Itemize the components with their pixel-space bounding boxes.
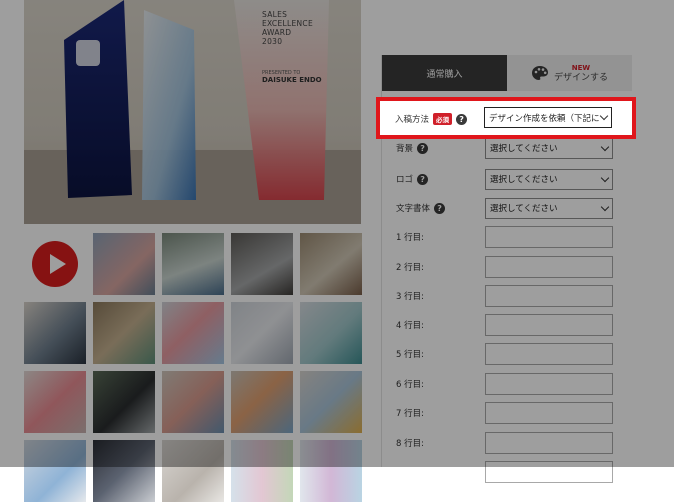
purchase-tabs: 通常購入 NEW デザインする bbox=[382, 55, 632, 91]
line-8-input[interactable] bbox=[485, 432, 613, 454]
line-3-input[interactable] bbox=[485, 285, 613, 307]
form-row-line-8: 8 行目: bbox=[382, 432, 632, 454]
form-row-background: 背景 ? 選択してください bbox=[382, 137, 632, 159]
font-label-group: 文字書体 ? bbox=[396, 202, 446, 214]
logo-label: ロゴ bbox=[396, 175, 414, 185]
submission-method-highlight: 入稿方法 必須 ? デザイン作成を依頼（下記に bbox=[376, 97, 636, 139]
thumbnail[interactable] bbox=[231, 371, 293, 433]
video-thumbnail[interactable] bbox=[24, 233, 86, 295]
line-label: 6 行目: bbox=[396, 380, 424, 390]
thumbnail[interactable] bbox=[300, 371, 362, 433]
required-badge: 必須 bbox=[433, 113, 453, 125]
thumbnail[interactable] bbox=[162, 233, 224, 295]
logo-select[interactable]: 選択してください bbox=[485, 168, 613, 190]
form-row-line-7: 7 行目: bbox=[382, 402, 632, 424]
font-select-value: 選択してください bbox=[490, 204, 558, 214]
chevron-down-icon bbox=[600, 202, 610, 211]
thumbnail[interactable] bbox=[24, 302, 86, 364]
thumbnail[interactable] bbox=[300, 302, 362, 364]
line-2-input[interactable] bbox=[485, 256, 613, 278]
form-row-line-1: 1 行目: bbox=[382, 226, 632, 248]
background-label: 背景 bbox=[396, 144, 414, 154]
thumbnail[interactable] bbox=[24, 371, 86, 433]
line-6-input[interactable] bbox=[485, 373, 613, 395]
background-select[interactable]: 選択してください bbox=[485, 137, 613, 159]
font-select[interactable]: 選択してください bbox=[485, 197, 613, 219]
line-label: 4 行目: bbox=[396, 321, 424, 331]
form-row-font: 文字書体 ? 選択してください bbox=[382, 197, 632, 219]
recipient-text: DAISUKE ENDO bbox=[262, 76, 322, 84]
thumbnail[interactable] bbox=[300, 233, 362, 295]
design-tab-text: NEW デザインする bbox=[554, 63, 608, 83]
thumbnail[interactable] bbox=[162, 440, 224, 502]
line-5-input[interactable] bbox=[485, 343, 613, 365]
palette-icon bbox=[531, 66, 548, 80]
thumbnail[interactable] bbox=[24, 440, 86, 502]
background-label-group: 背景 ? bbox=[396, 142, 429, 154]
line-label: 5 行目: bbox=[396, 350, 424, 360]
thumbnail[interactable] bbox=[231, 233, 293, 295]
thumbnail[interactable] bbox=[93, 371, 155, 433]
help-icon[interactable]: ? bbox=[434, 202, 446, 214]
chevron-down-icon bbox=[600, 173, 610, 182]
tab-design-label: デザインする bbox=[553, 73, 608, 83]
form-row-line-2: 2 行目: bbox=[382, 256, 632, 278]
thumbnail[interactable] bbox=[93, 233, 155, 295]
tab-design[interactable]: NEW デザインする bbox=[507, 55, 632, 91]
submission-method-select[interactable]: デザイン作成を依頼（下記に bbox=[484, 107, 612, 128]
form-row-line-9 bbox=[382, 461, 632, 483]
line-7-input[interactable] bbox=[485, 402, 613, 424]
line-9-input[interactable] bbox=[485, 461, 613, 483]
thumbnail[interactable] bbox=[162, 302, 224, 364]
help-icon[interactable]: ? bbox=[456, 113, 468, 125]
form-row-line-6: 6 行目: bbox=[382, 373, 632, 395]
thumbnail[interactable] bbox=[231, 440, 293, 502]
line-1-input[interactable] bbox=[485, 226, 613, 248]
form-row-line-5: 5 行目: bbox=[382, 343, 632, 365]
submission-method-label: 入稿方法 bbox=[395, 115, 430, 125]
form-row-line-4: 4 行目: bbox=[382, 314, 632, 336]
thumbnail[interactable] bbox=[300, 440, 362, 502]
line-label: 3 行目: bbox=[396, 292, 424, 302]
line-label: 1 行目: bbox=[396, 233, 424, 243]
thumbnail[interactable] bbox=[162, 371, 224, 433]
play-icon[interactable] bbox=[32, 241, 78, 287]
submission-method-value: デザイン作成を依頼（下記に bbox=[489, 113, 600, 124]
thumbnail[interactable] bbox=[93, 302, 155, 364]
chevron-down-icon bbox=[600, 142, 610, 151]
line-4-input[interactable] bbox=[485, 314, 613, 336]
logo-select-value: 選択してください bbox=[490, 175, 558, 185]
thumbnail[interactable] bbox=[231, 302, 293, 364]
line-label: 2 行目: bbox=[396, 263, 424, 273]
chevron-down-icon bbox=[599, 111, 609, 121]
tab-normal-purchase[interactable]: 通常購入 bbox=[382, 55, 507, 91]
logo-label-group: ロゴ ? bbox=[396, 173, 429, 185]
submission-method-label-group: 入稿方法 必須 ? bbox=[395, 113, 468, 125]
thumbnail[interactable] bbox=[93, 440, 155, 502]
help-icon[interactable]: ? bbox=[417, 173, 429, 185]
line-label: 7 行目: bbox=[396, 409, 424, 419]
tab-normal-label: 通常購入 bbox=[426, 69, 463, 80]
new-badge: NEW bbox=[571, 64, 591, 72]
help-icon[interactable]: ? bbox=[417, 142, 429, 154]
background-select-value: 選択してください bbox=[490, 144, 558, 154]
award-text: SALES EXCELLENCE AWARD 2030 bbox=[262, 10, 313, 46]
thumbnail-grid bbox=[24, 233, 364, 502]
product-main-image: SALES EXCELLENCE AWARD 2030 PRESENTED TO… bbox=[24, 0, 361, 224]
form-row-line-3: 3 行目: bbox=[382, 285, 632, 307]
font-label: 文字書体 bbox=[396, 204, 431, 214]
line-label: 8 行目: bbox=[396, 439, 424, 449]
form-row-logo: ロゴ ? 選択してください bbox=[382, 168, 632, 190]
